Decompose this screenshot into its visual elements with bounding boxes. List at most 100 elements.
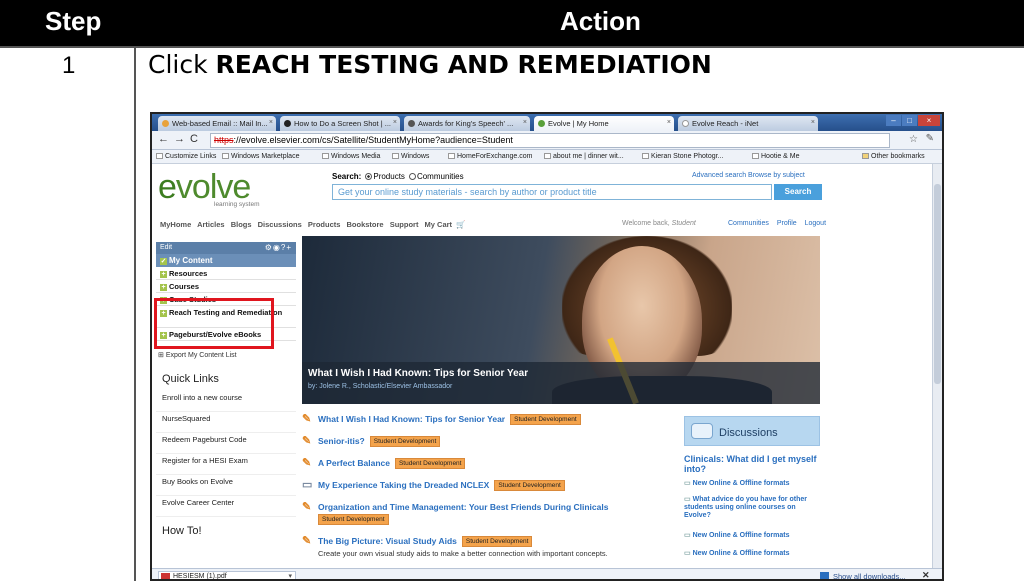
article-item[interactable]: ✎ Senior-itis? Student Development	[302, 436, 672, 447]
category-tag[interactable]: Student Development	[494, 480, 565, 491]
nav-products[interactable]: Products	[308, 220, 341, 229]
search-button[interactable]: Search	[774, 184, 822, 200]
nav-support[interactable]: Support	[390, 220, 419, 229]
discussions-header[interactable]: Discussions	[684, 416, 820, 446]
bookmark-item[interactable]: HomeForExchange.com	[448, 153, 532, 160]
nav-my-cart[interactable]: My Cart	[425, 220, 453, 229]
quick-link[interactable]: Enroll into a new course	[156, 391, 296, 412]
bookmark-item[interactable]: Windows Media	[322, 153, 380, 160]
close-icon[interactable]: ×	[393, 119, 397, 126]
article-title[interactable]: The Big Picture: Visual Study Aids	[318, 536, 457, 546]
discussion-topic[interactable]: Clinicals: What did I get myself into?	[684, 454, 824, 474]
quick-link[interactable]: NurseSquared	[156, 412, 296, 433]
category-tag[interactable]: Student Development	[461, 536, 533, 547]
nav-articles[interactable]: Articles	[197, 220, 225, 229]
chat-icon: ▭	[684, 550, 691, 557]
export-content-link[interactable]: ⊞ Export My Content List	[156, 351, 296, 359]
bookmark-item[interactable]: Windows Marketplace	[222, 153, 299, 160]
article-item[interactable]: ✎ The Big Picture: Visual Study Aids Stude…	[302, 536, 672, 559]
back-arrow-icon[interactable]: ←	[158, 133, 169, 145]
category-tag[interactable]: Student Development	[369, 436, 441, 447]
instruction-target: REACH TESTING AND REMEDIATION	[215, 50, 712, 79]
article-title[interactable]: Organization and Time Management: Your B…	[318, 502, 608, 512]
quick-link[interactable]: Redeem Pageburst Code	[156, 433, 296, 454]
download-item[interactable]: HESIESM (1).pdf ▾	[158, 571, 296, 579]
pencil-icon: ✎	[302, 413, 312, 425]
sidebar-tools-icon[interactable]: ⚙◉?+	[265, 243, 292, 252]
page-scrollbar[interactable]	[932, 164, 942, 568]
hero-banner[interactable]: What I Wish I Had Known: Tips for Senior…	[302, 236, 820, 404]
bookmark-item[interactable]: about me | dinner wit...	[544, 153, 624, 160]
sidebar-edit-bar: Edit ⚙◉?+	[156, 242, 296, 254]
tab-screenshot-howto[interactable]: How to Do a Screen Shot | ... ×	[280, 116, 400, 131]
discussion-link[interactable]: ▭ What advice do you have for other stude…	[684, 496, 824, 520]
article-title[interactable]: What I Wish I Had Known: Tips for Senior…	[318, 414, 505, 424]
quick-link[interactable]: Buy Books on Evolve	[156, 475, 296, 496]
bookmark-item[interactable]: Customize Links	[156, 153, 216, 160]
category-tag[interactable]: Student Development	[394, 458, 466, 469]
article-title[interactable]: My Experience Taking the Dreaded NCLEX	[318, 480, 489, 490]
bookmark-label: Customize Links	[165, 153, 217, 160]
category-tag[interactable]: Student Development	[510, 414, 581, 425]
tab-evolve-reach[interactable]: Evolve Reach - iNet ×	[678, 116, 818, 131]
article-item[interactable]: ✎ A Perfect Balance Student Development	[302, 458, 672, 469]
radio-communities[interactable]	[408, 173, 416, 180]
tab-webmail[interactable]: Web-based Email :: Mail In... ×	[158, 116, 276, 131]
article-item[interactable]: ✎ What I Wish I Had Known: Tips for Senio…	[302, 414, 672, 425]
my-content-header[interactable]: ✓ My Content	[156, 254, 296, 267]
close-window-icon[interactable]: ×	[918, 115, 940, 126]
forward-arrow-icon[interactable]: →	[174, 133, 185, 145]
communities-link[interactable]: Communities	[728, 220, 769, 227]
downloads-bar: HESIESM (1).pdf ▾ Show all downloads... ✕	[152, 568, 942, 579]
hero-title[interactable]: What I Wish I Had Known: Tips for Senior…	[308, 368, 528, 379]
maximize-icon[interactable]: □	[902, 115, 917, 126]
logout-link[interactable]: Logout	[805, 220, 826, 227]
url-protocol: https	[214, 135, 234, 145]
tab-label: Web-based Email :: Mail In...	[172, 119, 268, 128]
article-item[interactable]: ✎ Organization and Time Management: Your …	[302, 502, 672, 525]
category-tag[interactable]: Student Development	[318, 514, 389, 525]
nav-myhome[interactable]: MyHome	[160, 220, 191, 229]
close-icon[interactable]: ×	[269, 119, 273, 126]
radio-products[interactable]	[365, 173, 373, 180]
advanced-search-links[interactable]: Advanced search Browse by subject	[692, 172, 805, 179]
discussions-title: Discussions	[719, 427, 778, 439]
sidebar-item-courses[interactable]: + Courses	[156, 280, 296, 293]
bookmark-item[interactable]: Kieran Stone Photogr...	[642, 153, 723, 160]
discussion-link[interactable]: ▭ New Online & Offline formats	[684, 550, 824, 558]
close-icon[interactable]: ✕	[922, 570, 930, 579]
star-icon[interactable]: ☆	[909, 134, 918, 145]
action-column-header: Action	[560, 6, 641, 36]
sidebar-item-resources[interactable]: + Resources	[156, 267, 296, 280]
tab-strip: Web-based Email :: Mail In... × How to Do…	[152, 114, 942, 131]
profile-link[interactable]: Profile	[777, 220, 797, 227]
show-all-downloads-link[interactable]: Show all downloads...	[820, 572, 906, 579]
close-icon[interactable]: ×	[811, 119, 815, 126]
reload-icon[interactable]: C	[190, 133, 198, 145]
tab-evolve-home[interactable]: Evolve | My Home ×	[534, 116, 674, 131]
article-title[interactable]: Senior-itis?	[318, 436, 365, 446]
nav-discussions[interactable]: Discussions	[258, 220, 302, 229]
article-item[interactable]: ▭ My Experience Taking the Dreaded NCLEX S…	[302, 480, 672, 491]
quick-link[interactable]: Register for a HESI Exam	[156, 454, 296, 475]
chevron-down-icon[interactable]: ▾	[288, 572, 292, 579]
nav-bookstore[interactable]: Bookstore	[347, 220, 384, 229]
wrench-icon[interactable]: ✎	[926, 133, 934, 144]
minimize-icon[interactable]: –	[886, 115, 901, 126]
tab-awards[interactable]: Awards for King's Speech' ... ×	[404, 116, 530, 131]
bookmark-item[interactable]: Windows	[392, 153, 429, 160]
discussion-link[interactable]: ▭ New Online & Offline formats	[684, 480, 824, 488]
bookmark-item[interactable]: Hootie & Me	[752, 153, 800, 160]
pencil-icon: ✎	[302, 435, 312, 447]
discussion-link[interactable]: ▭ New Online & Offline formats	[684, 532, 824, 540]
article-title[interactable]: A Perfect Balance	[318, 458, 390, 468]
address-input[interactable]: https://evolve.elsevier.com/cs/Satellite…	[210, 133, 890, 148]
scrollbar-thumb[interactable]	[934, 184, 941, 384]
bookmark-folder[interactable]: Other bookmarks	[862, 153, 925, 160]
search-input[interactable]: Get your online study materials - search…	[332, 184, 772, 200]
nav-blogs[interactable]: Blogs	[231, 220, 252, 229]
close-icon[interactable]: ×	[667, 119, 671, 126]
edit-label[interactable]: Edit	[160, 244, 172, 251]
close-icon[interactable]: ×	[523, 119, 527, 126]
quick-link[interactable]: Evolve Career Center	[156, 496, 296, 517]
